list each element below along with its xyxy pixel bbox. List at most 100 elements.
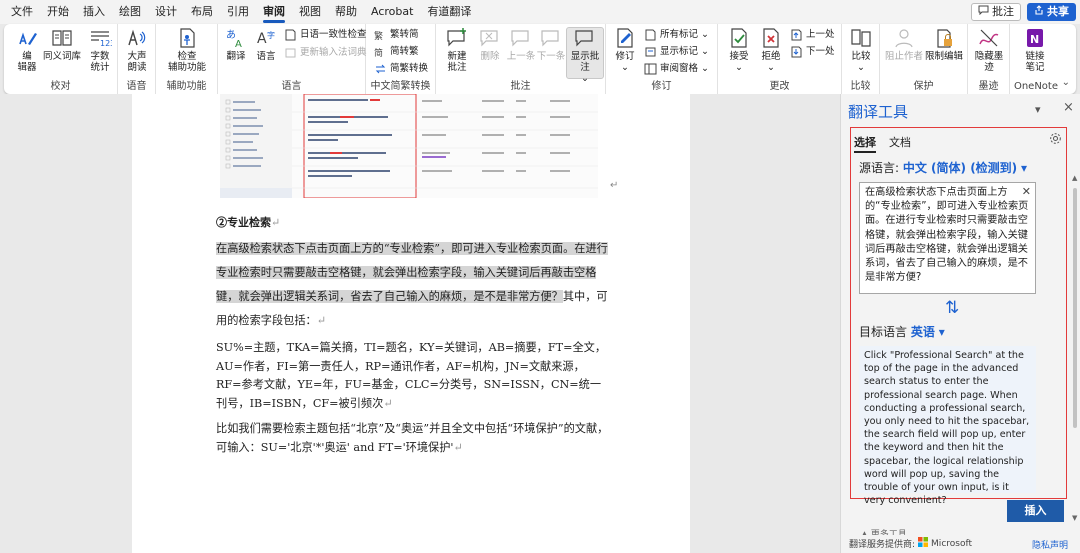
linked-notes-button[interactable]: N 链接 笔记 <box>1018 27 1052 73</box>
new-comment-button[interactable]: 新建 批注 <box>442 27 472 73</box>
scroll-down-icon[interactable]: ▼ <box>1072 514 1077 522</box>
next-change-button[interactable]: 下一处 <box>790 45 835 58</box>
block-authors-button[interactable]: 阻止作者 <box>884 27 924 62</box>
language-button[interactable]: A字 语言 <box>252 27 280 62</box>
delete-label: 删除 <box>480 51 500 62</box>
target-text: Click "Professional Search" at the top o… <box>864 350 1030 507</box>
source-language-row[interactable]: 源语言: 中文 (简体) (检测到) ▾ <box>859 159 1027 176</box>
group-protect: 阻止作者 限制编辑 保护 <box>880 24 968 94</box>
check-access-label-2: 辅助功能 <box>167 62 206 73</box>
source-text-box[interactable]: 在高级检索状态下点击页面上方的“专业检索”，即可进入专业检索页面。在进行专业检索… <box>859 182 1036 294</box>
selected-text[interactable]: 在高级检索状态下点击页面上方的“专业检索”，即可进入专业检索页面。在进行专业检索… <box>216 242 608 303</box>
scroll-thumb[interactable] <box>1073 188 1077 428</box>
paragraph-3[interactable]: 比如我们需要检索主题包括“北京”及“奥运”并且全文中包括“环境保护”的文献，可输… <box>216 420 610 457</box>
menu-item[interactable]: 设计 <box>148 0 184 24</box>
close-icon[interactable]: × <box>1063 100 1074 115</box>
tab-document[interactable]: 文档 <box>889 134 911 150</box>
menu-item[interactable]: 文件 <box>4 0 40 24</box>
accept-button[interactable]: 接受 ⌄ <box>724 27 754 73</box>
prev-change-icon <box>790 29 803 41</box>
thesaurus-label: 同义词库 <box>42 51 81 62</box>
word-count-icon: 123 <box>88 27 115 49</box>
document-page[interactable]: ↵ ②专业检索↵ 在高级检索状态下点击页面上方的“专业检索”，即可进入专业检索页… <box>132 94 690 553</box>
translate-button[interactable]: あA 翻译 <box>222 27 250 62</box>
target-language-value[interactable]: 英语 <box>911 325 935 339</box>
svg-text:A: A <box>257 31 267 47</box>
hide-ink-button[interactable]: 隐藏墨 迹 <box>971 27 1007 73</box>
group-label-proofing: 校对 <box>50 81 71 92</box>
next-comment-button[interactable]: 下一条 <box>536 27 566 62</box>
provider-footer: 翻译服务提供商: Microsoft <box>849 537 972 550</box>
insert-button[interactable]: 插入 <box>1007 500 1064 522</box>
prev-change-button[interactable]: 上一处 <box>790 28 835 41</box>
collapse-ribbon-icon[interactable]: ⌄ <box>1062 77 1070 88</box>
prev-change-label: 上一处 <box>806 29 835 40</box>
group-label-ink: 墨迹 <box>978 81 999 92</box>
review-pane-button[interactable]: 审阅窗格 ⌄ <box>644 62 709 75</box>
trad-to-simp-button[interactable]: 繁 繁转简 <box>374 28 419 42</box>
menu-item[interactable]: 开始 <box>40 0 76 24</box>
group-comments: 新建 批注 删除 上一条 下一条 显示批注 ⌄ 批注 <box>436 24 606 94</box>
scroll-up-icon[interactable]: ▲ <box>1072 174 1077 182</box>
consistency-check-button[interactable]: 日语一致性检查 <box>284 28 367 41</box>
convert-button[interactable]: 简繁转换 <box>374 62 428 75</box>
paragraph-1[interactable]: 在高级检索状态下点击页面上方的“专业检索”，即可进入专业检索页面。在进行专业检索… <box>216 237 610 333</box>
gear-icon[interactable] <box>1049 132 1062 148</box>
pane-scrollbar[interactable]: ▲ ▼ <box>1070 174 1080 524</box>
source-chevron-icon: ▾ <box>1021 161 1028 175</box>
editor-button[interactable]: 编 辑器 <box>10 27 44 73</box>
compare-button[interactable]: 比较 ⌄ <box>846 27 876 73</box>
show-markup-button[interactable]: 显示标记 ⌄ <box>644 45 709 58</box>
check-accessibility-button[interactable]: 检查 辅助功能 <box>162 27 212 73</box>
svg-text:A: A <box>235 39 242 49</box>
privacy-link[interactable]: 隐私声明 <box>1032 538 1068 551</box>
share-button[interactable]: 共享 <box>1027 3 1076 21</box>
target-label: 目标语言 <box>859 325 908 339</box>
simp-to-trad-label: 简转繁 <box>390 46 419 57</box>
svg-text:N: N <box>1030 33 1039 46</box>
ribbon: 编 辑器 同义词库 123 字数 统计 校对 大声 朗读 语音 检查 辅助功能 … <box>4 24 1076 94</box>
update-ime-dict-button[interactable]: 更新输入法词典 <box>284 46 367 59</box>
menu-item[interactable]: 布局 <box>184 0 220 24</box>
reject-button[interactable]: 拒绝 ⌄ <box>756 27 786 73</box>
menu-item[interactable]: 引用 <box>220 0 256 24</box>
group-tracking: 修订 ⌄ 所有标记 ⌄ 显示标记 ⌄ 审阅窗格 ⌄ 修订 <box>606 24 718 94</box>
menu-item[interactable]: 审阅 <box>256 0 292 24</box>
read-aloud-button[interactable]: 大声 朗读 <box>121 27 153 73</box>
menu-item[interactable]: 绘图 <box>112 0 148 24</box>
markup-icon <box>644 29 657 41</box>
new-comment-icon <box>445 27 469 49</box>
delete-comment-button[interactable]: 删除 <box>476 27 504 62</box>
show-markup-label: 显示标记 <box>660 46 699 57</box>
swap-languages-icon[interactable]: ⇅ <box>945 298 959 318</box>
group-label-tracking: 修订 <box>651 81 672 92</box>
show-comments-button[interactable]: 显示批注 ⌄ <box>567 27 603 84</box>
source-language-value[interactable]: 中文 (简体) (检测到) <box>903 161 1017 175</box>
target-text-box: Click "Professional Search" at the top o… <box>859 346 1036 506</box>
group-ink: 隐藏墨 迹 墨迹 <box>968 24 1010 94</box>
simp-to-trad-button[interactable]: 简 简转繁 <box>374 45 419 59</box>
doc-check-icon <box>284 29 297 41</box>
tab-selection[interactable]: 选择 <box>854 134 876 153</box>
clear-text-icon[interactable]: ✕ <box>1022 185 1031 199</box>
menu-item[interactable]: 视图 <box>292 0 328 24</box>
prev-comment-button[interactable]: 上一条 <box>506 27 536 62</box>
paragraph-2[interactable]: SU%=主题，TKA=篇关摘，TI=题名，KY=关键词，AB=摘要，FT=全文，… <box>216 339 610 413</box>
svg-text:简: 简 <box>374 47 383 58</box>
menu-item[interactable]: Acrobat <box>364 0 420 24</box>
menu-item[interactable]: 有道翻译 <box>420 0 478 24</box>
menu-item[interactable]: 帮助 <box>328 0 364 24</box>
pane-options-chevron-icon[interactable]: ▾ <box>1035 103 1041 116</box>
menu-item[interactable]: 插入 <box>76 0 112 24</box>
comments-button[interactable]: 批注 <box>971 3 1021 21</box>
word-count-button[interactable]: 123 字数 统计 <box>84 27 116 73</box>
all-markup-dropdown[interactable]: 所有标记 ⌄ <box>644 28 709 41</box>
thesaurus-button[interactable]: 同义词库 <box>42 27 82 62</box>
restrict-editing-button[interactable]: 限制编辑 <box>924 27 964 62</box>
language-label: 语言 <box>256 51 276 62</box>
track-changes-button[interactable]: 修订 ⌄ <box>610 27 640 73</box>
target-language-row[interactable]: 目标语言 英语 ▾ <box>859 323 945 340</box>
group-chinese-convert: 繁 繁转简 简 简转繁 简繁转换 中文简繁转换 <box>366 24 436 94</box>
check-access-label-1: 检查 <box>177 51 197 62</box>
translate-label: 翻译 <box>226 51 246 62</box>
